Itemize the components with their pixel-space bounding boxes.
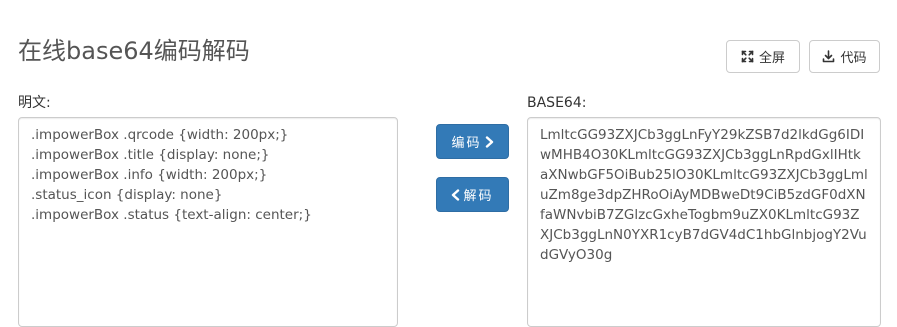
page-title: 在线base64编码解码 — [18, 37, 250, 65]
download-icon — [822, 50, 835, 63]
decode-label: 解码 — [463, 189, 494, 204]
chevron-left-icon — [451, 188, 460, 201]
expand-arrows-icon — [741, 50, 754, 63]
encode-button[interactable]: 编码 — [436, 124, 509, 159]
base64-label: BASE64: — [527, 95, 587, 111]
encode-label: 编码 — [451, 136, 482, 151]
plain-text-label: 明文: — [18, 95, 51, 111]
code-label: 代码 — [840, 51, 867, 66]
plain-text-input[interactable]: .impowerBox .qrcode {width: 200px;} .imp… — [18, 117, 398, 327]
fullscreen-label: 全屏 — [758, 51, 785, 66]
chevron-right-icon — [485, 135, 494, 148]
fullscreen-button[interactable]: 全屏 — [726, 40, 800, 73]
decode-button[interactable]: 解码 — [436, 177, 509, 212]
code-button[interactable]: 代码 — [809, 40, 880, 73]
base64-input[interactable]: LmltcGG93ZXJCb3ggLnFyY29kZSB7d2lkdGg6IDI… — [527, 117, 881, 327]
